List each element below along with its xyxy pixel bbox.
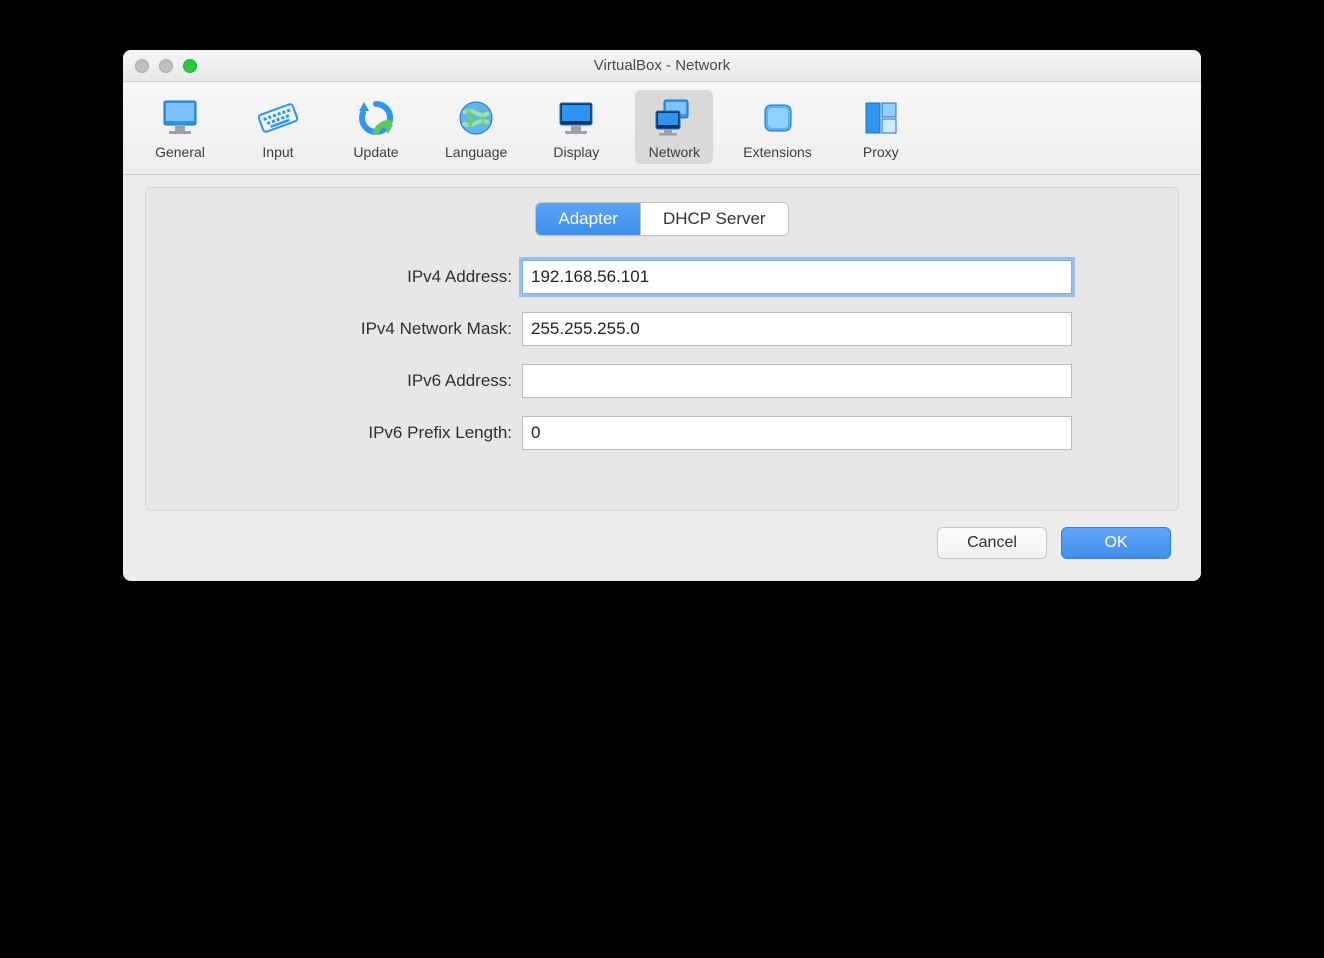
network-icon bbox=[650, 94, 698, 142]
preferences-toolbar: General Input bbox=[123, 82, 1201, 175]
toolbar-item-network[interactable]: Network bbox=[635, 90, 713, 164]
ipv6-prefix-length-label: IPv6 Prefix Length: bbox=[252, 423, 512, 443]
toolbar-item-update[interactable]: Update bbox=[337, 90, 415, 164]
ok-button[interactable]: OK bbox=[1061, 527, 1171, 559]
tab-adapter[interactable]: Adapter bbox=[536, 203, 640, 235]
toolbar-label: Proxy bbox=[863, 144, 899, 160]
toolbar-label: Extensions bbox=[743, 144, 811, 160]
window-controls bbox=[123, 59, 197, 73]
toolbar-item-general[interactable]: General bbox=[141, 90, 219, 164]
ipv4-address-input[interactable] bbox=[522, 260, 1072, 294]
extensions-icon bbox=[754, 94, 802, 142]
proxy-icon bbox=[857, 94, 905, 142]
monitor-icon bbox=[156, 94, 204, 142]
ipv6-address-label: IPv6 Address: bbox=[252, 371, 512, 391]
network-panel: Adapter DHCP Server IPv4 Address: IPv4 N… bbox=[145, 187, 1179, 511]
titlebar: VirtualBox - Network bbox=[123, 50, 1201, 82]
toolbar-label: Language bbox=[445, 144, 507, 160]
ipv4-netmask-label: IPv4 Network Mask: bbox=[252, 319, 512, 339]
adapter-form: IPv4 Address: IPv4 Network Mask: IPv6 Ad… bbox=[252, 260, 1072, 450]
dialog-footer: Cancel OK bbox=[145, 511, 1179, 559]
toolbar-label: General bbox=[155, 144, 205, 160]
cancel-button[interactable]: Cancel bbox=[937, 527, 1047, 559]
toolbar-item-extensions[interactable]: Extensions bbox=[733, 90, 821, 164]
toolbar-item-language[interactable]: Language bbox=[435, 90, 517, 164]
toolbar-label: Network bbox=[649, 144, 700, 160]
toolbar-item-display[interactable]: Display bbox=[537, 90, 615, 164]
preferences-window: VirtualBox - Network General bbox=[123, 50, 1201, 581]
globe-icon bbox=[452, 94, 500, 142]
toolbar-label: Input bbox=[262, 144, 293, 160]
minimize-window-button[interactable] bbox=[159, 59, 173, 73]
ipv4-netmask-input[interactable] bbox=[522, 312, 1072, 346]
window-title: VirtualBox - Network bbox=[123, 57, 1201, 74]
tab-dhcp-server[interactable]: DHCP Server bbox=[640, 203, 788, 235]
toolbar-item-input[interactable]: Input bbox=[239, 90, 317, 164]
refresh-icon bbox=[352, 94, 400, 142]
tab-segment: Adapter DHCP Server bbox=[168, 202, 1156, 236]
toolbar-item-proxy[interactable]: Proxy bbox=[842, 90, 920, 164]
display-icon bbox=[552, 94, 600, 142]
content-area: Adapter DHCP Server IPv4 Address: IPv4 N… bbox=[123, 175, 1201, 581]
toolbar-label: Display bbox=[553, 144, 599, 160]
close-window-button[interactable] bbox=[135, 59, 149, 73]
zoom-window-button[interactable] bbox=[183, 59, 197, 73]
keyboard-icon bbox=[254, 94, 302, 142]
toolbar-label: Update bbox=[353, 144, 398, 160]
ipv4-address-label: IPv4 Address: bbox=[252, 267, 512, 287]
ipv6-prefix-length-input[interactable] bbox=[522, 416, 1072, 450]
ipv6-address-input[interactable] bbox=[522, 364, 1072, 398]
